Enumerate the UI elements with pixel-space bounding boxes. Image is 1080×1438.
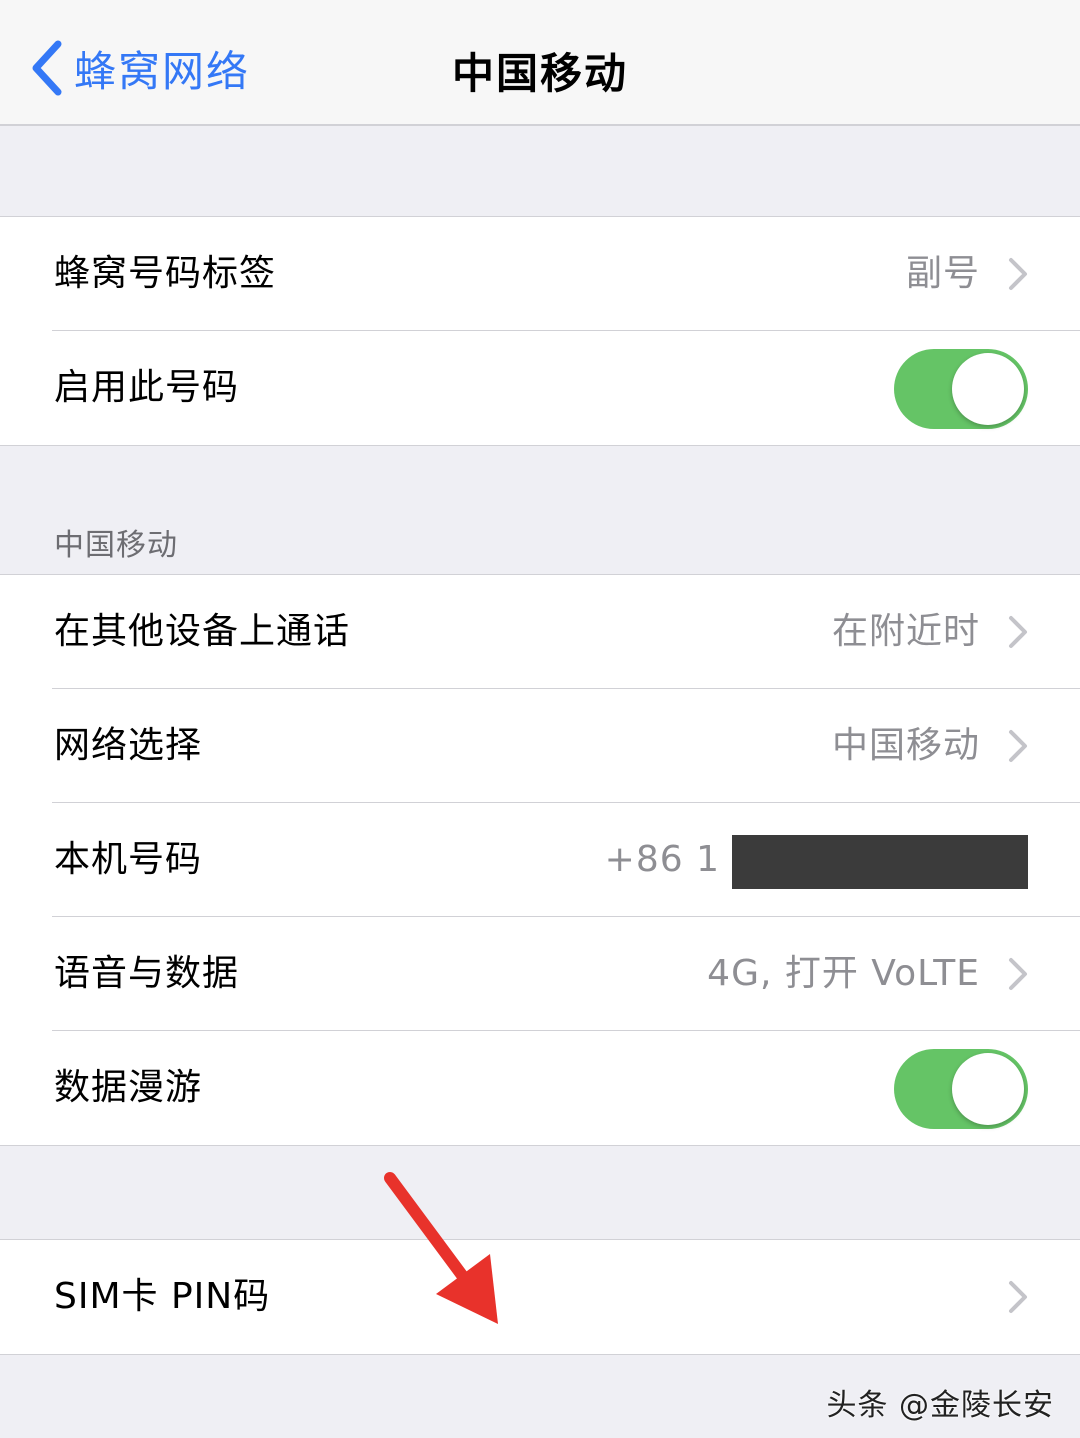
network-selection-row[interactable]: 网络选择 中国移动 <box>0 689 1080 803</box>
network-selection-value: 中国移动 <box>831 725 980 766</box>
calls-on-other-devices-value: 在附近时 <box>831 611 980 652</box>
turn-on-line-row: 启用此号码 <box>0 331 1080 445</box>
data-roaming-row: 数据漫游 <box>0 1031 1080 1145</box>
calls-on-other-devices-row[interactable]: 在其他设备上通话 在附近时 <box>0 575 1080 689</box>
voice-and-data-value: 4G, 打开 VoLTE <box>707 953 980 994</box>
line-settings-group: 蜂窝号码标签 副号 启用此号码 <box>0 216 1080 446</box>
my-number-title: 本机号码 <box>54 839 203 880</box>
chevron-right-icon <box>1009 730 1027 762</box>
data-roaming-title: 数据漫游 <box>54 1067 203 1108</box>
cellular-plan-label-title: 蜂窝号码标签 <box>54 253 277 294</box>
sim-pin-title: SIM卡 PIN码 <box>54 1276 271 1317</box>
toggle-knob <box>952 1053 1024 1125</box>
turn-on-line-toggle[interactable] <box>894 349 1028 429</box>
chevron-right-icon <box>1009 616 1027 648</box>
my-number-value: +86 1 <box>604 839 720 880</box>
watermark-text: 头条 @金陵长安 <box>826 1388 1054 1423</box>
calls-on-other-devices-title: 在其他设备上通话 <box>54 611 351 652</box>
carrier-section-header: 中国移动 <box>54 528 178 563</box>
settings-screen: 蜂窝网络 中国移动 蜂窝号码标签 副号 启用此号码 中国移动 在其他设备上通话 … <box>0 0 1080 1438</box>
turn-on-line-title: 启用此号码 <box>54 367 240 408</box>
redacted-phone-number <box>732 835 1028 889</box>
network-selection-title: 网络选择 <box>54 725 203 766</box>
chevron-right-icon <box>1009 258 1027 290</box>
page-title: 中国移动 <box>451 49 628 98</box>
data-roaming-toggle[interactable] <box>894 1049 1028 1129</box>
cellular-plan-label-row[interactable]: 蜂窝号码标签 副号 <box>0 217 1080 331</box>
sim-pin-row[interactable]: SIM卡 PIN码 <box>0 1240 1080 1354</box>
chevron-right-icon <box>1009 1281 1027 1313</box>
voice-and-data-title: 语音与数据 <box>54 953 240 994</box>
voice-and-data-row[interactable]: 语音与数据 4G, 打开 VoLTE <box>0 917 1080 1031</box>
cellular-plan-label-value: 副号 <box>905 253 980 294</box>
chevron-right-icon <box>1009 958 1027 990</box>
red-arrow-annotation <box>384 1172 498 1324</box>
navigation-bar: 蜂窝网络 中国移动 <box>0 0 1080 126</box>
toggle-knob <box>952 353 1024 425</box>
sim-group: SIM卡 PIN码 <box>0 1239 1080 1355</box>
